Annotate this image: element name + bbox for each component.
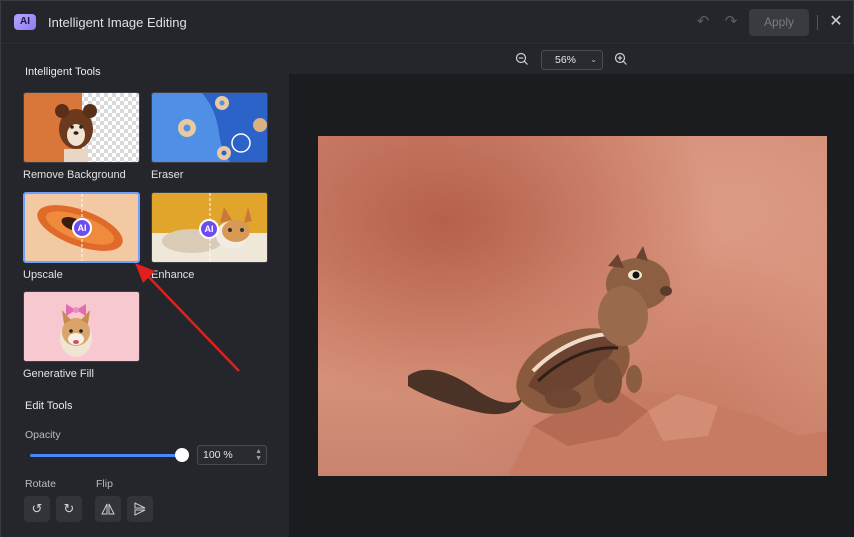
opacity-slider-knob[interactable]: [175, 448, 189, 462]
ai-badge: AI: [72, 218, 92, 238]
editor-window: AI Intelligent Image Editing ↶ ↷ Apply ✕…: [0, 0, 854, 537]
tool-eraser[interactable]: Eraser: [151, 92, 268, 181]
tool-label: Remove Background: [23, 169, 126, 181]
divider: [817, 15, 818, 30]
app-logo: AI: [14, 14, 36, 30]
canvas-area: 56% ⌄: [289, 45, 854, 537]
ai-badge: AI: [199, 219, 219, 239]
opacity-slider-track[interactable]: [30, 454, 182, 457]
window-title: Intelligent Image Editing: [48, 15, 187, 30]
zoom-toolbar: 56% ⌄: [289, 45, 854, 74]
apply-button[interactable]: Apply: [749, 9, 809, 36]
opacity-value: 100 %: [203, 449, 233, 461]
opacity-input[interactable]: 100 % ▲ ▼: [197, 445, 267, 465]
eraser-thumbnail: [151, 92, 268, 163]
intelligent-tools-heading: Intelligent Tools: [25, 66, 101, 78]
undo-icon[interactable]: ↶: [694, 13, 712, 31]
title-bar: AI Intelligent Image Editing ↶ ↷ Apply ✕: [1, 1, 853, 44]
close-icon[interactable]: ✕: [827, 13, 845, 31]
zoom-select[interactable]: 56% ⌄: [541, 50, 603, 70]
flip-horizontal-icon[interactable]: [95, 496, 121, 522]
rotate-left-icon[interactable]: ↺: [24, 496, 50, 522]
edit-tools-heading: Edit Tools: [25, 400, 73, 412]
redo-icon[interactable]: ↷: [722, 13, 740, 31]
zoom-out-icon[interactable]: [515, 52, 529, 66]
annotation-arrow: [135, 263, 240, 372]
tool-label: Eraser: [151, 169, 184, 181]
zoom-in-icon[interactable]: [614, 52, 628, 66]
rotate-right-icon[interactable]: ↻: [56, 496, 82, 522]
flip-label: Flip: [96, 478, 113, 490]
chevron-down-icon: ⌄: [590, 55, 597, 64]
opacity-label: Opacity: [25, 429, 61, 441]
rotate-label: Rotate: [25, 478, 56, 490]
tool-remove-background[interactable]: Remove Background: [23, 92, 140, 181]
canvas-photo[interactable]: [318, 136, 827, 476]
flip-vertical-icon[interactable]: [127, 496, 153, 522]
remove-background-thumbnail: [23, 92, 140, 163]
zoom-value: 56%: [555, 54, 577, 66]
stepper-arrows-icon[interactable]: ▲ ▼: [255, 448, 262, 462]
